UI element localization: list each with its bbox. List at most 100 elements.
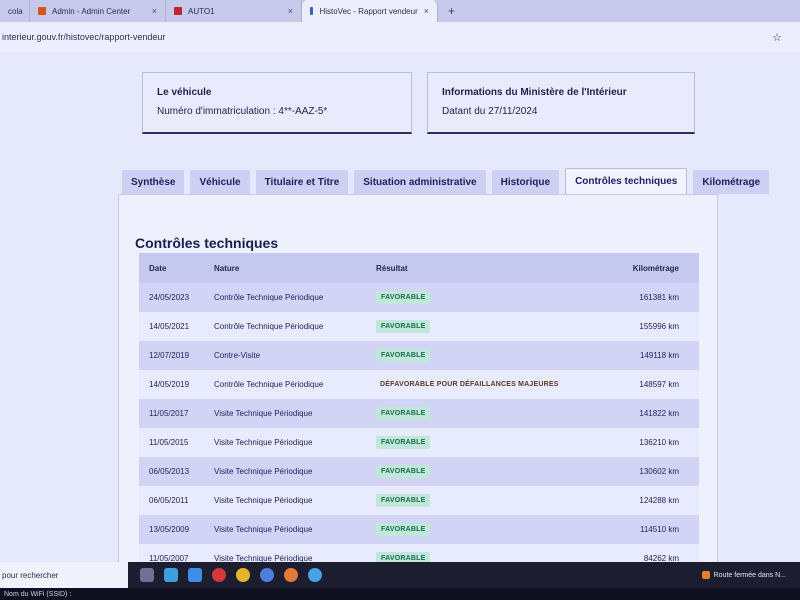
page-content: Le véhicule Numéro d'immatriculation : 4…	[0, 52, 800, 562]
auto1-favicon-icon	[174, 7, 182, 15]
cell-km: 84262 km	[643, 554, 679, 562]
tab-vehicule[interactable]: Véhicule	[190, 170, 250, 194]
address-bar[interactable]: interieur.gouv.fr/histovec/rapport-vende…	[0, 22, 800, 52]
status-badge-unfavorable: DÉFAVORABLE POUR DÉFAILLANCES MAJEURES	[380, 381, 559, 388]
admin-favicon-icon	[38, 7, 46, 15]
notification-area[interactable]: Route fermée dans N...	[701, 571, 800, 579]
close-tab-icon[interactable]: ×	[424, 6, 429, 16]
status-badge: FAVORABLE	[376, 349, 431, 362]
table-row: 24/05/2023 Contrôle Technique Périodique…	[139, 283, 699, 312]
cell-nature: Contrôle Technique Périodique	[214, 293, 324, 302]
status-badge: FAVORABLE	[376, 320, 431, 333]
browser-tab-3[interactable]: HistoVec - Rapport vendeur ×	[302, 0, 438, 22]
tab-controles-techniques[interactable]: Contrôles techniques	[565, 168, 688, 194]
cell-date: 11/05/2017	[149, 409, 189, 418]
taskbar-search-input[interactable]: pour rechercher	[0, 562, 128, 588]
tab-situation-administrative[interactable]: Situation administrative	[354, 170, 486, 194]
section-title: Contrôles techniques	[135, 235, 279, 251]
vehicle-card: Le véhicule Numéro d'immatriculation : 4…	[142, 72, 412, 134]
cell-nature: Visite Technique Périodique	[214, 409, 313, 418]
status-badge: FAVORABLE	[376, 407, 431, 420]
chrome-canary-icon[interactable]	[284, 568, 298, 582]
widgets-icon[interactable]	[164, 568, 178, 582]
status-badge: FAVORABLE	[376, 465, 431, 478]
cell-km: 148597 km	[639, 380, 679, 389]
status-badge: FAVORABLE	[376, 552, 431, 562]
tab-historique[interactable]: Historique	[491, 170, 560, 194]
cell-nature: Contrôle Technique Périodique	[214, 380, 324, 389]
cell-km: 136210 km	[639, 438, 679, 447]
cell-km: 161381 km	[639, 293, 679, 302]
cell-date: 24/05/2023	[149, 293, 190, 302]
controls-panel: Contrôles techniques Date Nature Résulta…	[118, 194, 718, 562]
taskbar-icons	[140, 568, 322, 582]
tab-synthese[interactable]: Synthèse	[122, 170, 185, 194]
report-tabs: Synthèse Véhicule Titulaire et Titre Sit…	[122, 168, 770, 194]
cell-date: 14/05/2021	[149, 322, 190, 331]
browser-tab-label: AUTO1	[188, 6, 215, 16]
status-badge: FAVORABLE	[376, 523, 431, 536]
chrome-icon[interactable]	[236, 568, 250, 582]
table-row: 06/05/2013 Visite Technique Périodique F…	[139, 457, 699, 486]
notification-text: Route fermée dans N...	[713, 571, 786, 579]
cell-nature: Contre-Visite	[214, 351, 261, 360]
cell-date: 12/07/2019	[149, 351, 190, 360]
cell-km: 141822 km	[639, 409, 679, 418]
bookmark-star-icon[interactable]: ☆	[772, 31, 782, 44]
cell-date: 13/05/2009	[149, 525, 190, 534]
close-tab-icon[interactable]: ×	[288, 6, 293, 16]
cell-nature: Visite Technique Périodique	[214, 496, 313, 505]
table-row: 13/05/2009 Visite Technique Périodique F…	[139, 515, 699, 544]
status-badge: FAVORABLE	[376, 291, 431, 304]
opera-icon[interactable]	[212, 568, 226, 582]
table-row: 14/05/2019 Contrôle Technique Périodique…	[139, 370, 699, 399]
browser-tab-label: cola	[8, 6, 23, 16]
cell-nature: Contrôle Technique Périodique	[214, 322, 324, 331]
vehicle-card-title: Le véhicule	[157, 87, 212, 98]
ministry-date: Datant du 27/11/2024	[442, 106, 538, 117]
status-badge: FAVORABLE	[376, 436, 431, 449]
header-date: Date	[149, 263, 167, 273]
cell-km: 124288 km	[639, 496, 679, 505]
cell-date: 11/05/2015	[149, 438, 189, 447]
cell-nature: Visite Technique Périodique	[214, 467, 313, 476]
table-row: 11/05/2015 Visite Technique Périodique F…	[139, 428, 699, 457]
controls-table: Date Nature Résultat Kilométrage 24/05/2…	[139, 253, 699, 562]
traffic-alert-icon	[701, 571, 710, 579]
table-row: 11/05/2007 Visite Technique Périodique F…	[139, 544, 699, 562]
tab-kilometrage[interactable]: Kilométrage	[693, 170, 770, 194]
cell-km: 130602 km	[639, 467, 679, 476]
browser-tab-bar: cola Admin - Admin Center × AUTO1 × Hist…	[0, 0, 800, 22]
header-result: Résultat	[376, 263, 408, 273]
new-tab-button[interactable]: +	[438, 4, 465, 18]
ministry-card-title: Informations du Ministère de l'Intérieur	[442, 87, 627, 98]
header-km: Kilométrage	[632, 263, 679, 273]
url-text[interactable]: interieur.gouv.fr/histovec/rapport-vende…	[2, 32, 165, 42]
histovec-favicon-icon	[310, 7, 314, 15]
cell-nature: Visite Technique Périodique	[214, 525, 313, 534]
cell-date: 06/05/2013	[149, 467, 190, 476]
ministry-card: Informations du Ministère de l'Intérieur…	[427, 72, 695, 134]
header-nature: Nature	[214, 263, 240, 273]
wifi-label: Nom du WiFi (SSID) :	[0, 588, 800, 600]
edge-icon[interactable]	[188, 568, 202, 582]
table-row: 12/07/2019 Contre-Visite FAVORABLE 14911…	[139, 341, 699, 370]
browser-tab-label: HistoVec - Rapport vendeur	[319, 6, 418, 16]
cell-km: 155996 km	[639, 322, 679, 331]
browser-tab-2[interactable]: AUTO1 ×	[166, 0, 302, 22]
task-view-icon[interactable]	[140, 568, 154, 582]
table-row: 11/05/2017 Visite Technique Périodique F…	[139, 399, 699, 428]
cell-nature: Visite Technique Périodique	[214, 438, 313, 447]
close-tab-icon[interactable]: ×	[152, 6, 157, 16]
browser-tab-1[interactable]: Admin - Admin Center ×	[30, 0, 166, 22]
chrome-profile-icon[interactable]	[260, 568, 274, 582]
cell-km: 149118 km	[640, 351, 679, 360]
chrome-alt-icon[interactable]	[308, 568, 322, 582]
browser-tab-0[interactable]: cola	[0, 0, 30, 22]
tab-titulaire[interactable]: Titulaire et Titre	[255, 170, 349, 194]
os-taskbar: pour rechercher Route fermée dans N...	[0, 562, 800, 588]
table-header: Date Nature Résultat Kilométrage	[139, 253, 699, 283]
cell-date: 14/05/2019	[149, 380, 190, 389]
browser-tab-label: Admin - Admin Center	[52, 6, 131, 16]
cell-date: 11/05/2007	[149, 554, 189, 562]
